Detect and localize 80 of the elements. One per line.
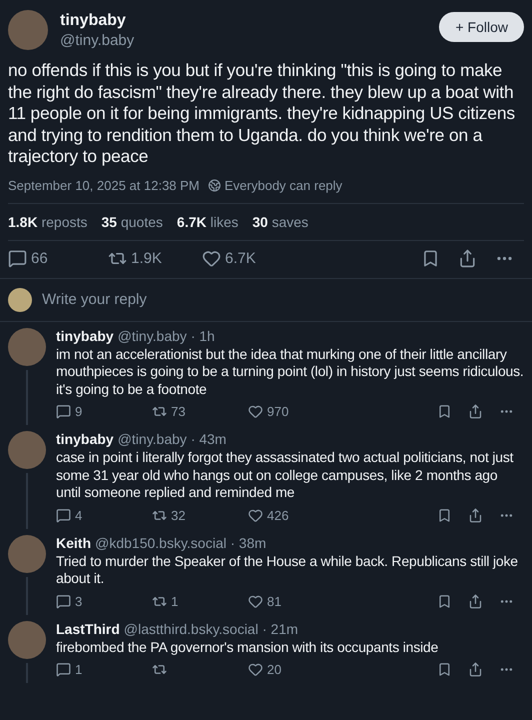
reply-text: case in point i literally forgot they assassinated two actual politicians, not just some 31 year old who hangs out on college campuses, like 2 months ago until someone replied and reminded me (56, 449, 514, 502)
like-button[interactable]: 970 (248, 404, 338, 419)
share-icon[interactable] (468, 594, 483, 608)
heart-icon (248, 508, 263, 522)
share-icon[interactable] (468, 404, 483, 419)
display-name: tinybaby (56, 328, 114, 344)
heart-icon (202, 248, 221, 268)
post-stat[interactable]: 1.8K reposts (8, 214, 88, 230)
handle-and-time: @tiny.baby · 1h (118, 328, 215, 344)
like-count: 81 (267, 594, 282, 608)
repost-button[interactable]: 73 (152, 404, 248, 419)
post-stat[interactable]: 30 saves (252, 214, 308, 230)
handle-and-time: @tiny.baby · 43m (118, 431, 226, 447)
reply-count: 1 (75, 662, 82, 677)
avatar[interactable] (8, 431, 46, 469)
comment-icon (56, 594, 71, 608)
reply-setting[interactable]: Everybody can reply (208, 178, 342, 192)
reply-text: Tried to murder the Speaker of the House a while back. Republicans still joke about it. (56, 552, 519, 588)
repost-icon (152, 662, 167, 677)
reply-button[interactable]: 1 (56, 662, 152, 677)
repost-button[interactable]: 32 (152, 508, 248, 522)
repost-count: 32 (171, 508, 186, 522)
reply-text: im not an accelerationist but the idea that murking one of their little ancillary mouthpieces is going to be a turning point (lol) in history just seems ridiculous. it's going to be a footnote (56, 346, 524, 398)
share-icon[interactable] (458, 248, 477, 268)
display-name: tinybaby (56, 431, 114, 447)
handle-and-time: @lastthird.bsky.social · 21m (124, 620, 298, 636)
share-icon[interactable] (468, 508, 483, 522)
post-stat[interactable]: 35 quotes (101, 214, 163, 230)
bookmark-icon[interactable] (437, 594, 452, 608)
heart-icon (248, 594, 263, 608)
reply-button[interactable]: 3 (56, 594, 152, 608)
handle-and-time: @kdb150.bsky.social · 38m (95, 534, 266, 550)
post-timestamp: September 10, 2025 at 12:38 PM (8, 178, 200, 192)
bookmark-icon[interactable] (437, 508, 452, 522)
heart-icon (248, 404, 263, 419)
repost-count: 1 (171, 594, 178, 608)
user-handle: @tiny.baby (60, 32, 136, 48)
comment-icon (8, 248, 27, 268)
avatar[interactable] (8, 328, 46, 366)
display-name: Keith (56, 534, 91, 550)
like-button[interactable]: 20 (248, 662, 338, 677)
bookmark-icon[interactable] (437, 662, 452, 677)
heart-icon (248, 662, 263, 677)
reply-button[interactable]: 66 (8, 248, 108, 268)
reply-field[interactable]: Write your reply (40, 290, 524, 309)
repost-count: 1.9K (131, 250, 162, 266)
like-button[interactable]: 426 (248, 508, 338, 522)
follow-button[interactable]: + Follow (439, 12, 524, 42)
like-button[interactable]: 81 (248, 594, 338, 608)
repost-count: 73 (171, 404, 186, 419)
avatar[interactable] (8, 10, 48, 50)
display-name: LastThird (56, 620, 120, 636)
repost-button[interactable]: 1 (152, 594, 248, 608)
reply-count: 9 (75, 404, 82, 419)
like-count: 6.7K (225, 250, 256, 266)
reply-count: 66 (31, 250, 48, 266)
reply-count: 4 (75, 508, 82, 522)
post-text: no offends if this is you but if you're thinking "this is going to make the right do fascism" they're already there. they blew up a boat with 11 people on it for being immigrants. they're kidnapping US citizens and trying to rendition them to Uganda. do you think we're on a trajectory to peace (8, 60, 516, 168)
share-icon[interactable] (468, 662, 483, 677)
avatar (8, 288, 32, 312)
comment-icon (56, 508, 71, 522)
reply-count: 3 (75, 594, 82, 608)
like-button[interactable]: 6.7K (202, 248, 292, 268)
globe-icon (208, 178, 221, 192)
like-count: 426 (267, 508, 289, 522)
reply-button[interactable]: 9 (56, 404, 152, 419)
post-stat[interactable]: 6.7K likes (176, 214, 238, 230)
comment-icon (56, 662, 71, 677)
reply-button[interactable]: 4 (56, 508, 152, 522)
reply-text: firebombed the PA governor's mansion with its occupants inside (56, 638, 440, 656)
bookmark-icon[interactable] (437, 404, 452, 419)
bookmark-icon[interactable] (421, 248, 440, 268)
comment-icon (56, 404, 71, 419)
like-count: 20 (267, 662, 282, 677)
repost-icon (152, 404, 167, 419)
avatar[interactable] (8, 534, 46, 572)
avatar[interactable] (8, 620, 46, 658)
like-count: 970 (267, 404, 289, 419)
repost-button[interactable]: 1.9K (108, 248, 202, 268)
display-name: tinybaby (60, 12, 127, 30)
